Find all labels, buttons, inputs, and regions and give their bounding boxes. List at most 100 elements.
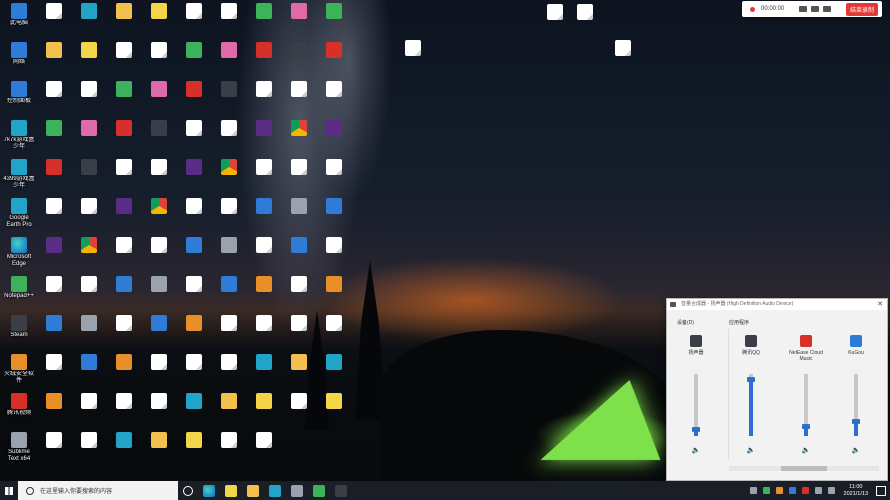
desktop-icon[interactable] [72, 81, 106, 117]
desktop-icon[interactable] [247, 81, 281, 117]
desktop-icon[interactable] [282, 315, 316, 351]
desktop-icon[interactable] [72, 198, 106, 234]
desktop-icon[interactable] [317, 276, 351, 312]
start-button[interactable] [0, 481, 18, 500]
desktop-icon[interactable] [317, 354, 351, 390]
desktop-icon[interactable] [247, 354, 281, 390]
desktop-icon[interactable] [177, 198, 211, 234]
desktop-icon[interactable] [177, 237, 211, 273]
desktop-icon[interactable] [212, 393, 246, 429]
desktop-icon[interactable] [317, 81, 351, 117]
desktop-icon[interactable] [107, 315, 141, 351]
desktop-icon[interactable] [142, 393, 176, 429]
desktop-icon[interactable] [282, 42, 316, 78]
pause-icon[interactable] [823, 6, 831, 12]
desktop-icon[interactable] [212, 315, 246, 351]
desktop-icon[interactable] [37, 237, 71, 273]
tray-icon[interactable] [801, 487, 809, 494]
store-taskbar-icon[interactable] [225, 484, 237, 497]
desktop-icon[interactable] [107, 3, 141, 39]
desktop-icon[interactable] [247, 42, 281, 78]
desktop-icon[interactable] [282, 81, 316, 117]
app-taskbar-icon[interactable] [269, 484, 281, 497]
volume-slider[interactable] [802, 374, 810, 436]
desktop-icon[interactable] [37, 315, 71, 351]
desktop-icon[interactable] [282, 159, 316, 195]
volume-icon[interactable] [827, 487, 835, 494]
tray-icon[interactable] [788, 487, 796, 494]
desktop-icon[interactable] [72, 354, 106, 390]
desktop-icon[interactable] [282, 276, 316, 312]
clock[interactable]: 11:00 2021/1/13 [844, 484, 868, 498]
desktop-icon[interactable]: Notepad++ [2, 276, 36, 312]
mute-speaker-icon[interactable]: 🔈 [850, 447, 862, 455]
notification-icon[interactable] [876, 485, 886, 496]
tray-icon[interactable] [762, 487, 770, 494]
desktop-icon[interactable] [282, 120, 316, 156]
desktop-icon[interactable] [142, 432, 176, 468]
desktop-icon[interactable] [177, 120, 211, 156]
desktop-icon[interactable] [72, 159, 106, 195]
scrollbar-thumb[interactable] [781, 466, 827, 471]
tray-icon[interactable] [749, 487, 757, 494]
desktop-icon[interactable] [37, 276, 71, 312]
desktop-icon[interactable] [317, 3, 351, 39]
desktop-icon[interactable] [142, 237, 176, 273]
desktop-icon[interactable]: 此电脑 [2, 3, 36, 39]
network-icon[interactable] [814, 487, 822, 494]
desktop-icon[interactable] [177, 42, 211, 78]
desktop-icon[interactable] [212, 237, 246, 273]
desktop-icon[interactable] [142, 3, 176, 39]
volume-thumb[interactable] [692, 426, 700, 432]
desktop-icon[interactable]: Sublime Text x64 [2, 432, 36, 468]
desktop-icon[interactable] [282, 393, 316, 429]
desktop-icon[interactable]: 7k7k游戏盒 少年 [2, 120, 36, 156]
desktop-icon[interactable] [317, 237, 351, 273]
desktop-icon[interactable] [317, 315, 351, 351]
desktop-icon[interactable] [317, 393, 351, 429]
desktop-icon[interactable] [317, 198, 351, 234]
desktop-icon[interactable] [282, 354, 316, 390]
app-taskbar-icon[interactable] [313, 484, 325, 497]
desktop-icon[interactable] [107, 159, 141, 195]
desktop-icon[interactable] [177, 354, 211, 390]
desktop-icon[interactable] [107, 432, 141, 468]
mic-icon[interactable] [811, 6, 819, 12]
desktop-icon[interactable] [177, 432, 211, 468]
desktop-icon[interactable]: 腾讯视频 [2, 393, 36, 429]
desktop-icon[interactable] [212, 198, 246, 234]
desktop-icon[interactable] [212, 276, 246, 312]
desktop-icon[interactable] [177, 276, 211, 312]
volume-thumb[interactable] [802, 423, 810, 429]
desktop-icon[interactable] [72, 393, 106, 429]
desktop-icon[interactable] [37, 3, 71, 39]
desktop-icon[interactable] [142, 42, 176, 78]
desktop-icon[interactable] [107, 237, 141, 273]
desktop-icon[interactable] [107, 198, 141, 234]
desktop-icon[interactable] [37, 120, 71, 156]
desktop-icon[interactable] [212, 42, 246, 78]
desktop-icon[interactable] [142, 81, 176, 117]
desktop-icon[interactable] [282, 3, 316, 39]
volume-slider[interactable] [747, 374, 755, 436]
desktop-icon[interactable] [212, 354, 246, 390]
desktop-icon[interactable] [177, 393, 211, 429]
desktop-icon[interactable]: Microsoft Edge [2, 237, 36, 273]
desktop-icon[interactable] [37, 159, 71, 195]
search-box[interactable]: 在这里输入你要搜索的内容 [18, 481, 178, 500]
desktop-icon[interactable] [538, 4, 572, 40]
mute-speaker-icon[interactable]: 🔈 [690, 447, 702, 455]
volume-thumb[interactable] [852, 419, 860, 425]
desktop-icon[interactable] [247, 159, 281, 195]
desktop-icon[interactable] [177, 315, 211, 351]
desktop-icon[interactable] [177, 159, 211, 195]
close-icon[interactable]: ✕ [877, 299, 883, 310]
desktop-icon[interactable] [107, 81, 141, 117]
camera-icon[interactable] [799, 6, 807, 12]
desktop-icon[interactable] [568, 4, 602, 40]
desktop-icon[interactable] [37, 393, 71, 429]
desktop-icon[interactable]: Google Earth Pro [2, 198, 36, 234]
desktop-icon[interactable] [212, 81, 246, 117]
desktop-icon[interactable]: Steam [2, 315, 36, 351]
desktop-icon[interactable] [247, 432, 281, 468]
